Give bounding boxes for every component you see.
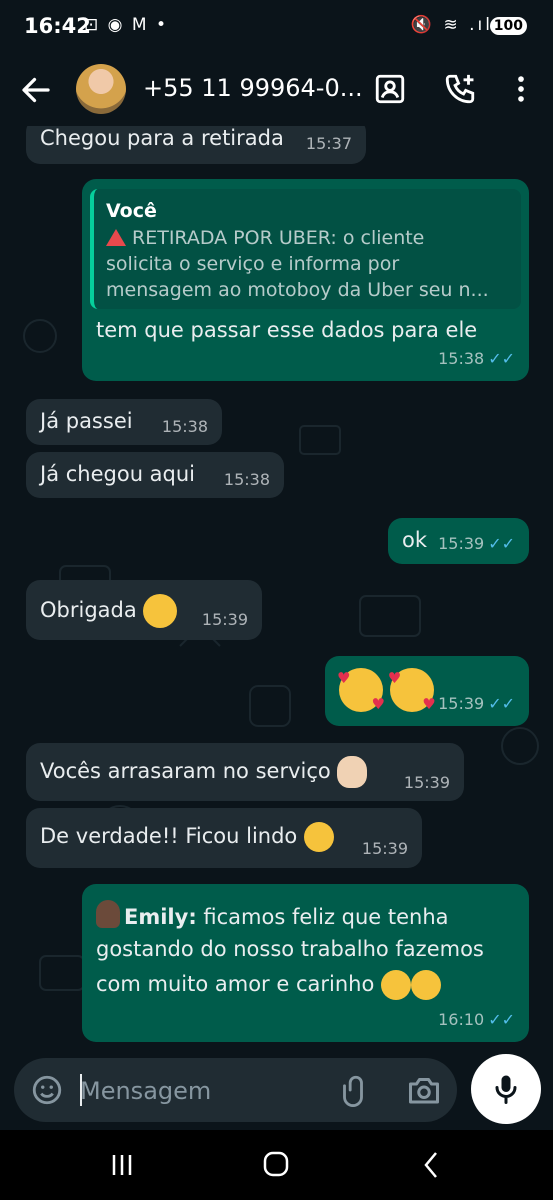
clapping-hands-icon: [337, 756, 368, 788]
message-text: Vocês arrasaram no serviço: [40, 756, 368, 788]
text-cursor: [80, 1074, 82, 1106]
message-text: Já chegou aqui: [40, 462, 196, 486]
contact-card-icon[interactable]: [373, 72, 407, 106]
message-time: 15:39: [403, 773, 450, 792]
sticker-emoji-icon[interactable]: [30, 1073, 64, 1107]
smiling-face-with-hearts-icon: ♥ ♥: [337, 668, 385, 713]
message-time: 15:39: [361, 839, 408, 858]
emoji-message: ♥ ♥ ♥ ♥: [337, 668, 436, 713]
message-bubble[interactable]: ♥ ♥ ♥ ♥ 15:39 ✓✓: [325, 656, 529, 726]
signal-icons: 🔇 ≋ .ıl: [410, 15, 493, 35]
camera-icon[interactable]: [406, 1072, 442, 1108]
message-input[interactable]: [78, 1070, 332, 1112]
message-time: 15:38: [161, 417, 208, 436]
message-bubble[interactable]: Emily: ficamos feliz que tenha gostando …: [82, 884, 529, 1042]
woman-technologist-icon: [96, 900, 120, 928]
message-bubble[interactable]: Chegou para a retirada 15:37: [26, 126, 366, 164]
status-bar: 16:42 ⊡ ◉ M • 🔇 ≋ .ıl 100: [0, 0, 553, 56]
system-navigation-bar: [0, 1130, 553, 1200]
message-time: 15:37: [305, 134, 352, 153]
message-time: 15:39 ✓✓: [438, 534, 515, 553]
quote-line: solicita o serviço e informa por: [106, 253, 400, 275]
more-options-icon[interactable]: [504, 72, 538, 106]
message-text: Já passei: [40, 409, 133, 433]
hugging-face-icon: [381, 970, 411, 1000]
message-text: Chegou para a retirada: [40, 126, 284, 150]
message-text: Emily: ficamos feliz que tenha: [96, 900, 449, 931]
smiling-face-icon: [143, 594, 178, 628]
notification-icons: ⊡ ◉ M •: [84, 15, 168, 35]
back-arrow-icon[interactable]: [18, 72, 54, 108]
message-bubble[interactable]: Obrigada 15:39: [26, 580, 262, 640]
message-text: gostando do nosso trabalho fazemos: [96, 937, 484, 961]
chat-header: +55 11 99964-0...: [0, 56, 553, 126]
message-time: 15:38: [223, 470, 270, 489]
battery-icon: 100: [489, 17, 527, 35]
add-call-icon[interactable]: [443, 72, 477, 106]
message-text: Obrigada: [40, 594, 178, 628]
avatar[interactable]: [76, 64, 126, 114]
message-bubble[interactable]: ok 15:39 ✓✓: [388, 518, 529, 564]
message-text: com muito amor e carinho: [96, 970, 441, 1000]
quote-line: RETIRADA POR UBER: o cliente: [106, 225, 509, 251]
home-icon[interactable]: [256, 1147, 296, 1183]
quoted-message[interactable]: Você RETIRADA POR UBER: o cliente solici…: [90, 189, 521, 309]
hugging-face-icon: [411, 970, 441, 1000]
quote-line: mensagem ao motoboy da Uber seu n...: [106, 279, 489, 301]
message-time: 16:10 ✓✓: [438, 1010, 515, 1029]
message-bubble[interactable]: De verdade!! Ficou lindo 15:39: [26, 808, 422, 868]
read-ticks-icon: ✓✓: [488, 534, 515, 553]
message-time: 15:39: [201, 610, 248, 629]
message-bubble[interactable]: Você RETIRADA POR UBER: o cliente solici…: [82, 179, 529, 381]
message-composer: [14, 1058, 457, 1122]
message-bubble[interactable]: Já passei 15:38: [26, 399, 222, 445]
message-bubble[interactable]: Já chegou aqui 15:38: [26, 452, 284, 498]
read-ticks-icon: ✓✓: [488, 1010, 515, 1029]
status-time: 16:42: [24, 14, 91, 38]
recent-apps-icon[interactable]: [102, 1147, 142, 1183]
contact-name[interactable]: +55 11 99964-0...: [143, 74, 363, 102]
message-time: 15:38 ✓✓: [438, 349, 515, 368]
back-icon[interactable]: [412, 1147, 452, 1183]
warning-icon: [106, 229, 126, 246]
read-ticks-icon: ✓✓: [488, 694, 515, 713]
message-text: De verdade!! Ficou lindo: [40, 822, 334, 852]
message-text: ok: [402, 528, 428, 552]
mic-button[interactable]: [471, 1054, 541, 1124]
message-text: tem que passar esse dados para ele: [96, 318, 478, 342]
read-ticks-icon: ✓✓: [488, 349, 515, 368]
message-time: 15:39 ✓✓: [438, 694, 515, 713]
star-struck-icon: [303, 822, 334, 852]
microphone-icon: [495, 1075, 517, 1104]
chat-messages: Chegou para a retirada 15:37 Você RETIRA…: [0, 126, 553, 1066]
smiling-face-with-hearts-icon: ♥ ♥: [387, 668, 436, 713]
attach-icon[interactable]: [336, 1073, 370, 1107]
message-bubble[interactable]: Vocês arrasaram no serviço 15:39: [26, 743, 464, 801]
quote-author: Você: [106, 200, 157, 222]
